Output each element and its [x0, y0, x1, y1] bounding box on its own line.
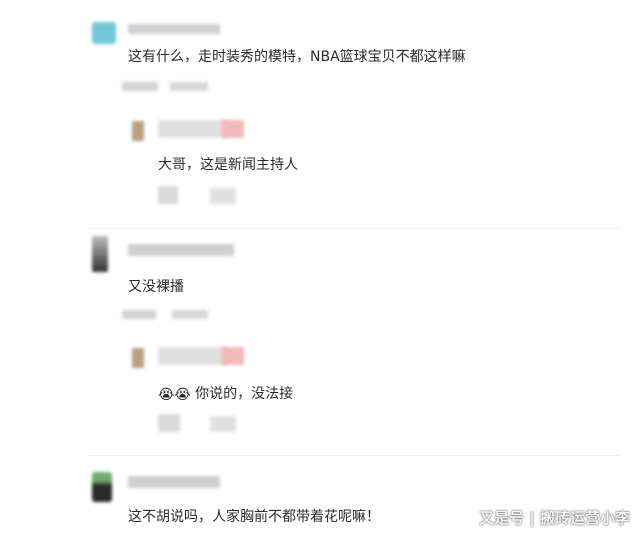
comment-meta-redacted — [172, 310, 208, 319]
comment-meta-redacted — [122, 310, 156, 319]
comment-text: 这不胡说吗，人家胸前不都带着花呢嘛！ — [128, 509, 380, 525]
comment-meta-redacted — [122, 82, 158, 91]
avatar[interactable] — [132, 121, 144, 141]
username-redacted[interactable] — [128, 244, 234, 256]
reply-meta-redacted — [210, 188, 236, 204]
username-redacted[interactable] — [128, 24, 220, 34]
username-redacted[interactable] — [128, 476, 220, 488]
reply-meta-redacted — [158, 414, 180, 432]
username-redacted[interactable] — [222, 347, 244, 365]
reply-meta-redacted — [210, 416, 236, 432]
reply-line: 😭😭 你说的，没法接 — [158, 383, 293, 403]
username-redacted[interactable] — [158, 347, 228, 365]
watermark: 又是号 | 搬砖运营小李 — [479, 509, 630, 527]
comment-meta-redacted — [170, 82, 208, 91]
reply-text: 你说的，没法接 — [195, 386, 294, 402]
avatar[interactable] — [92, 22, 116, 44]
divider — [88, 455, 620, 456]
comment-text: 这有什么，走时装秀的模特，NBA篮球宝贝不都这样嘛 — [128, 49, 466, 65]
avatar[interactable] — [132, 348, 144, 368]
avatar[interactable] — [92, 236, 108, 272]
username-redacted[interactable] — [158, 120, 228, 138]
divider — [88, 228, 620, 229]
avatar[interactable] — [92, 472, 112, 502]
comment-text: 又没裸播 — [128, 279, 184, 295]
username-redacted[interactable] — [222, 120, 244, 138]
reply-text: 大哥，这是新闻主持人 — [158, 157, 298, 173]
reply-meta-redacted — [158, 186, 178, 204]
crying-emoji-icon: 😭😭 — [158, 387, 191, 403]
